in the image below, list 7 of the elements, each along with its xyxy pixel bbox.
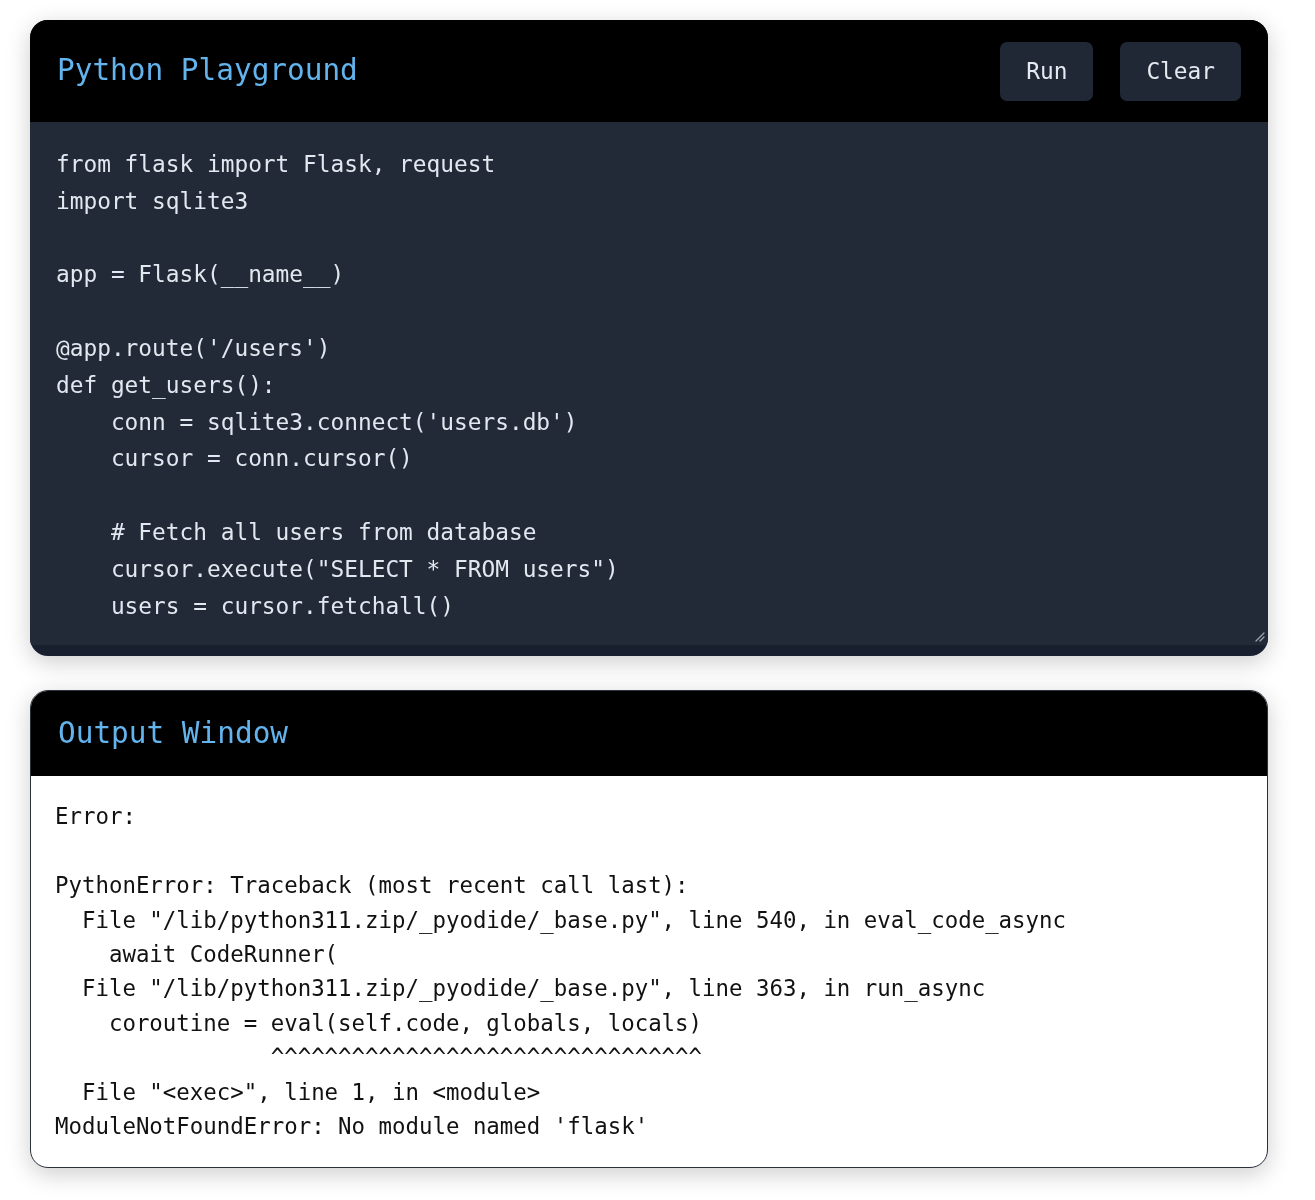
panel-title: Output Window [58,716,289,752]
code-editor[interactable]: from flask import Flask, request import sqlite3 app = Flask(__name__) @app.route('/users') def get_users(): conn = sqlite3.connect('users.db') cursor = conn.cursor() # Fetch all users from database cursor.execute("SELECT * FROM users") users = cursor.fetchall() [30,122,1268,646]
resize-handle-icon[interactable] [1255,632,1265,643]
panel-title: Python Playground [57,53,358,89]
toolbar-button[interactable]: Run [1000,41,1094,101]
output-text: Error: PythonError: Traceback (most recent call last): File "/lib/python311.zip/_pyodide/_base.py", line 540, in eval_code_async await CodeRunner( File "/lib/python311.zip/_pyodide/_base.py", line 363, in run_async coroutine = eval(self.code, globals, locals) ^^^^^^^^^^^^^^^^^^^^^^^^^^^^^^^^ File "<exec>", line 1, in <module> ModuleNotFoundError: No module named 'flask' [54,802,1068,1141]
toolbar-button[interactable]: Clear [1120,41,1241,101]
